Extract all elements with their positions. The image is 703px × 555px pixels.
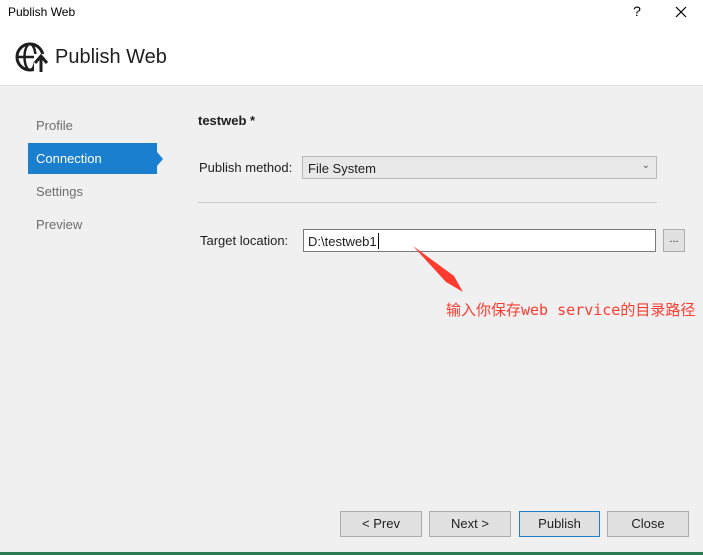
close-button[interactable]: Close [607, 511, 689, 537]
annotation-text: 输入你保存web service的目录路径 [446, 301, 696, 319]
dialog-header: Publish Web [0, 26, 703, 86]
globe-publish-icon [14, 40, 49, 74]
close-icon[interactable] [672, 3, 690, 21]
next-button[interactable]: Next > [429, 511, 511, 537]
dialog-title: Publish Web [55, 46, 167, 68]
window-title: Publish Web [8, 5, 76, 19]
prev-button[interactable]: < Prev [340, 511, 422, 537]
publish-button[interactable]: Publish [519, 511, 600, 537]
content-panel: Profile Connection Settings Preview test… [0, 86, 703, 552]
help-button[interactable]: ? [630, 3, 644, 19]
title-bar: Publish Web ? [0, 0, 703, 26]
